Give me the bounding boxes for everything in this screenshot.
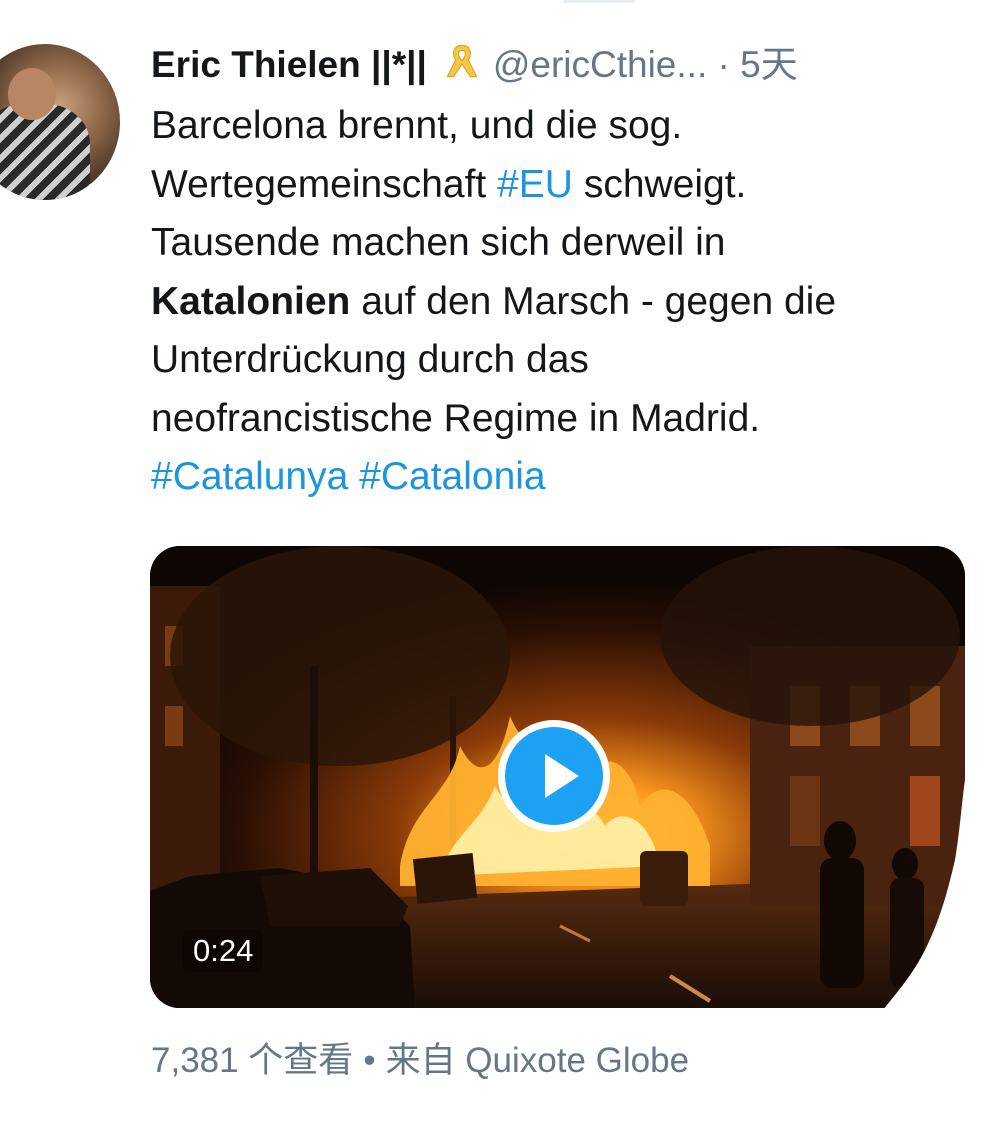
hashtag-link[interactable]: #Catalunya [151, 455, 348, 498]
text-line: Wertegemeinschaft [151, 162, 498, 206]
author-handle[interactable]: @ericCthie... [493, 44, 707, 85]
text-line: Unterdrückung durch das [151, 338, 589, 381]
text-line: auf den Marsch - gegen die [350, 279, 837, 323]
text-line: schweigt. [572, 162, 747, 206]
hashtag-link[interactable]: #Catalonia [359, 455, 545, 498]
source-link[interactable]: 来自 Quixote Globe [386, 1041, 689, 1080]
avatar[interactable] [0, 44, 120, 200]
text-line: Barcelona brennt, und die sog. [151, 104, 683, 147]
author-name[interactable]: Eric Thielen ||*|| [151, 44, 427, 85]
hashtag-link[interactable]: #EU [497, 163, 573, 206]
yellow-ribbon-icon [446, 44, 478, 78]
text-line: neofrancistische Regime in Madrid. [151, 396, 761, 440]
screenshot-torn-edge [875, 780, 987, 1020]
avatar-face [8, 68, 56, 120]
video-duration: 0:24 [183, 930, 264, 972]
view-count: 7,381 个查看 [151, 1041, 354, 1080]
avatar-shirt [0, 104, 90, 200]
tweet-header: Eric Thielen ||*|| @ericCthie... · 5天 [151, 40, 951, 90]
play-button[interactable] [498, 720, 610, 832]
header-separator: · [717, 44, 730, 85]
meta-dot: • [363, 1041, 376, 1080]
sheet-handle [563, 0, 635, 3]
play-button-fill [505, 727, 603, 825]
tweet-text: Barcelona brennt, und die sog. Wertegeme… [151, 97, 951, 507]
play-icon [545, 754, 579, 798]
tweet-meta: 7,381 个查看 • 来自 Quixote Globe [151, 1036, 689, 1086]
bold-text: Katalonien [151, 279, 351, 323]
tweet-time[interactable]: 5天 [740, 44, 798, 85]
text-line: Tausende machen sich derweil in [151, 221, 726, 264]
